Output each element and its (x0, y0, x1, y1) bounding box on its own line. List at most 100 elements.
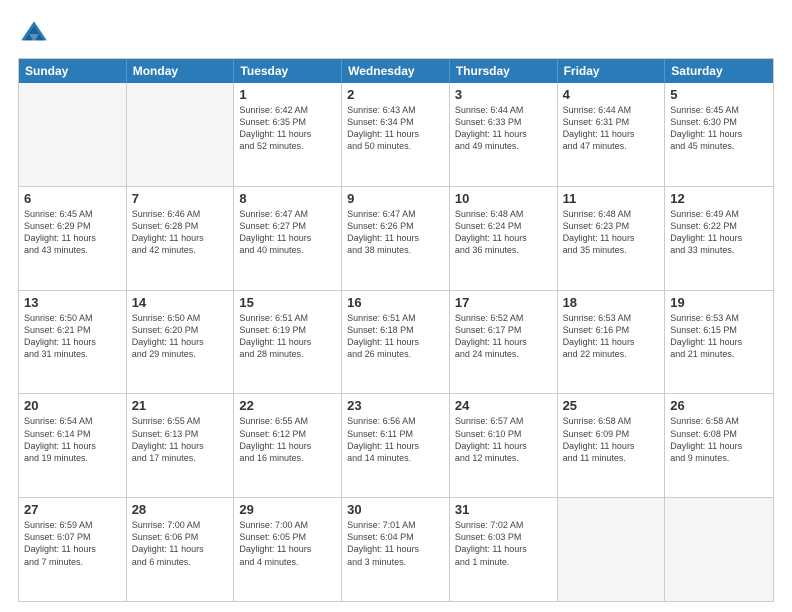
cell-detail: Sunrise: 6:55 AMSunset: 6:12 PMDaylight:… (239, 415, 336, 464)
calendar-body: 1Sunrise: 6:42 AMSunset: 6:35 PMDaylight… (19, 83, 773, 601)
cal-cell: 20 Sunrise: 6:54 AMSunset: 6:14 PMDayligh… (19, 394, 127, 497)
day-number: 23 (347, 398, 444, 413)
header-cell-thursday: Thursday (450, 59, 558, 83)
cal-cell: 31 Sunrise: 7:02 AMSunset: 6:03 PMDayligh… (450, 498, 558, 601)
day-number: 8 (239, 191, 336, 206)
cal-cell: 30Sunrise: 7:01 AMSunset: 6:04 PMDayligh… (342, 498, 450, 601)
cal-cell: 16 Sunrise: 6:51 AMSunset: 6:18 PMDayligh… (342, 291, 450, 394)
calendar-header: SundayMondayTuesdayWednesdayThursdayFrid… (19, 59, 773, 83)
cell-detail: Sunrise: 6:43 AMSunset: 6:34 PMDaylight:… (347, 104, 444, 153)
day-number: 31 (455, 502, 552, 517)
day-number: 12 (670, 191, 768, 206)
cal-cell: 6 Sunrise: 6:45 AMSunset: 6:29 PMDaylight… (19, 187, 127, 290)
cal-cell: 18 Sunrise: 6:53 AMSunset: 6:16 PMDayligh… (558, 291, 666, 394)
day-number: 3 (455, 87, 552, 102)
day-number: 18 (563, 295, 660, 310)
cal-cell: 26 Sunrise: 6:58 AMSunset: 6:08 PMDayligh… (665, 394, 773, 497)
cell-detail: Sunrise: 6:48 AMSunset: 6:24 PMDaylight:… (455, 208, 552, 257)
cell-detail: Sunrise: 6:54 AMSunset: 6:14 PMDaylight:… (24, 415, 121, 464)
cal-cell: 29Sunrise: 7:00 AMSunset: 6:05 PMDayligh… (234, 498, 342, 601)
day-number: 28 (132, 502, 229, 517)
cal-cell: 7 Sunrise: 6:46 AMSunset: 6:28 PMDaylight… (127, 187, 235, 290)
cell-detail: Sunrise: 6:52 AMSunset: 6:17 PMDaylight:… (455, 312, 552, 361)
cell-detail: Sunrise: 7:01 AMSunset: 6:04 PMDaylight:… (347, 519, 444, 568)
cal-row-4: 27 Sunrise: 6:59 AMSunset: 6:07 PMDayligh… (19, 498, 773, 601)
day-number: 21 (132, 398, 229, 413)
cal-cell: 25Sunrise: 6:58 AMSunset: 6:09 PMDayligh… (558, 394, 666, 497)
cell-detail: Sunrise: 6:48 AMSunset: 6:23 PMDaylight:… (563, 208, 660, 257)
day-number: 6 (24, 191, 121, 206)
day-number: 29 (239, 502, 336, 517)
cal-cell: 9 Sunrise: 6:47 AMSunset: 6:26 PMDaylight… (342, 187, 450, 290)
cell-detail: Sunrise: 6:46 AMSunset: 6:28 PMDaylight:… (132, 208, 229, 257)
cal-cell: 2 Sunrise: 6:43 AMSunset: 6:34 PMDaylight… (342, 83, 450, 186)
day-number: 20 (24, 398, 121, 413)
day-number: 11 (563, 191, 660, 206)
logo (18, 18, 56, 50)
day-number: 15 (239, 295, 336, 310)
cal-cell: 15 Sunrise: 6:51 AMSunset: 6:19 PMDayligh… (234, 291, 342, 394)
day-number: 27 (24, 502, 121, 517)
day-number: 1 (239, 87, 336, 102)
day-number: 22 (239, 398, 336, 413)
day-number: 25 (563, 398, 660, 413)
cal-cell: 17 Sunrise: 6:52 AMSunset: 6:17 PMDayligh… (450, 291, 558, 394)
cal-cell: 23Sunrise: 6:56 AMSunset: 6:11 PMDayligh… (342, 394, 450, 497)
day-number: 9 (347, 191, 444, 206)
cell-detail: Sunrise: 6:44 AMSunset: 6:31 PMDaylight:… (563, 104, 660, 153)
cell-detail: Sunrise: 6:58 AMSunset: 6:08 PMDaylight:… (670, 415, 768, 464)
cal-cell (19, 83, 127, 186)
day-number: 17 (455, 295, 552, 310)
cell-detail: Sunrise: 6:53 AMSunset: 6:15 PMDaylight:… (670, 312, 768, 361)
day-number: 24 (455, 398, 552, 413)
cal-cell: 24 Sunrise: 6:57 AMSunset: 6:10 PMDayligh… (450, 394, 558, 497)
cal-cell: 1Sunrise: 6:42 AMSunset: 6:35 PMDaylight… (234, 83, 342, 186)
cell-detail: Sunrise: 6:57 AMSunset: 6:10 PMDaylight:… (455, 415, 552, 464)
cell-detail: Sunrise: 6:59 AMSunset: 6:07 PMDaylight:… (24, 519, 121, 568)
header-cell-saturday: Saturday (665, 59, 773, 83)
cal-cell: 10Sunrise: 6:48 AMSunset: 6:24 PMDayligh… (450, 187, 558, 290)
cal-cell: 13 Sunrise: 6:50 AMSunset: 6:21 PMDayligh… (19, 291, 127, 394)
calendar: SundayMondayTuesdayWednesdayThursdayFrid… (18, 58, 774, 602)
cal-cell: 22 Sunrise: 6:55 AMSunset: 6:12 PMDayligh… (234, 394, 342, 497)
cell-detail: Sunrise: 6:53 AMSunset: 6:16 PMDaylight:… (563, 312, 660, 361)
cal-cell: 19 Sunrise: 6:53 AMSunset: 6:15 PMDayligh… (665, 291, 773, 394)
cell-detail: Sunrise: 6:50 AMSunset: 6:21 PMDaylight:… (24, 312, 121, 361)
header-cell-sunday: Sunday (19, 59, 127, 83)
cell-detail: Sunrise: 6:47 AMSunset: 6:27 PMDaylight:… (239, 208, 336, 257)
logo-icon (18, 18, 50, 50)
cell-detail: Sunrise: 6:44 AMSunset: 6:33 PMDaylight:… (455, 104, 552, 153)
cal-cell (665, 498, 773, 601)
cal-cell: 28 Sunrise: 7:00 AMSunset: 6:06 PMDayligh… (127, 498, 235, 601)
cal-cell: 21 Sunrise: 6:55 AMSunset: 6:13 PMDayligh… (127, 394, 235, 497)
header-cell-monday: Monday (127, 59, 235, 83)
day-number: 4 (563, 87, 660, 102)
cell-detail: Sunrise: 6:50 AMSunset: 6:20 PMDaylight:… (132, 312, 229, 361)
cal-cell: 12 Sunrise: 6:49 AMSunset: 6:22 PMDayligh… (665, 187, 773, 290)
cal-cell: 5 Sunrise: 6:45 AMSunset: 6:30 PMDaylight… (665, 83, 773, 186)
cell-detail: Sunrise: 6:51 AMSunset: 6:18 PMDaylight:… (347, 312, 444, 361)
day-number: 7 (132, 191, 229, 206)
day-number: 19 (670, 295, 768, 310)
header (18, 18, 774, 50)
cal-cell: 14Sunrise: 6:50 AMSunset: 6:20 PMDayligh… (127, 291, 235, 394)
cell-detail: Sunrise: 6:49 AMSunset: 6:22 PMDaylight:… (670, 208, 768, 257)
page: SundayMondayTuesdayWednesdayThursdayFrid… (0, 0, 792, 612)
cal-row-0: 1Sunrise: 6:42 AMSunset: 6:35 PMDaylight… (19, 83, 773, 187)
day-number: 2 (347, 87, 444, 102)
cell-detail: Sunrise: 6:55 AMSunset: 6:13 PMDaylight:… (132, 415, 229, 464)
cal-cell: 3 Sunrise: 6:44 AMSunset: 6:33 PMDaylight… (450, 83, 558, 186)
cell-detail: Sunrise: 6:51 AMSunset: 6:19 PMDaylight:… (239, 312, 336, 361)
day-number: 26 (670, 398, 768, 413)
cal-cell: 11 Sunrise: 6:48 AMSunset: 6:23 PMDayligh… (558, 187, 666, 290)
day-number: 5 (670, 87, 768, 102)
cell-detail: Sunrise: 6:47 AMSunset: 6:26 PMDaylight:… (347, 208, 444, 257)
cell-detail: Sunrise: 6:45 AMSunset: 6:29 PMDaylight:… (24, 208, 121, 257)
cell-detail: Sunrise: 6:45 AMSunset: 6:30 PMDaylight:… (670, 104, 768, 153)
cal-row-1: 6 Sunrise: 6:45 AMSunset: 6:29 PMDaylight… (19, 187, 773, 291)
day-number: 16 (347, 295, 444, 310)
cell-detail: Sunrise: 7:00 AMSunset: 6:06 PMDaylight:… (132, 519, 229, 568)
day-number: 13 (24, 295, 121, 310)
cell-detail: Sunrise: 7:02 AMSunset: 6:03 PMDaylight:… (455, 519, 552, 568)
cal-cell (558, 498, 666, 601)
